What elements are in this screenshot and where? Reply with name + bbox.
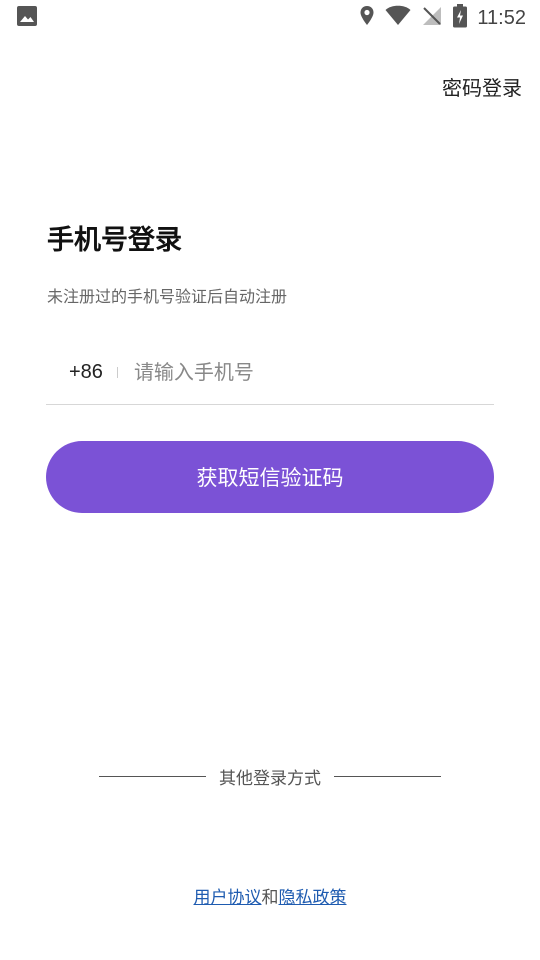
agreement-text: 用户协议和隐私政策 <box>0 883 540 908</box>
other-login-label: 其他登录方式 <box>219 768 321 789</box>
page-subtitle: 未注册过的手机号验证后自动注册 <box>47 287 288 306</box>
country-code[interactable]: +86 <box>69 361 103 384</box>
phone-input-row: +86 <box>46 340 494 405</box>
login-screen: 11:52 密码登录 手机号登录 未注册过的手机号验证后自动注册 +86 获取短… <box>0 0 540 960</box>
wifi-icon <box>385 5 411 31</box>
input-divider <box>116 366 118 378</box>
battery-charging-icon <box>453 4 468 32</box>
agreement-and: 和 <box>261 888 279 908</box>
image-icon <box>16 5 38 31</box>
password-login-button[interactable]: 密码登录 <box>442 72 522 101</box>
other-login-divider: 其他登录方式 <box>99 764 441 789</box>
divider-line-left <box>99 775 206 777</box>
privacy-policy-link[interactable]: 隐私政策 <box>279 888 347 908</box>
get-sms-code-button[interactable]: 获取短信验证码 <box>46 441 494 513</box>
user-agreement-link[interactable]: 用户协议 <box>194 888 262 908</box>
status-bar: 11:52 <box>0 0 540 36</box>
status-time: 11:52 <box>477 6 526 29</box>
no-signal-icon <box>421 5 443 31</box>
phone-number-input[interactable] <box>133 360 434 384</box>
divider-line-right <box>334 775 441 777</box>
location-icon <box>359 5 375 31</box>
page-title: 手机号登录 <box>47 225 182 256</box>
